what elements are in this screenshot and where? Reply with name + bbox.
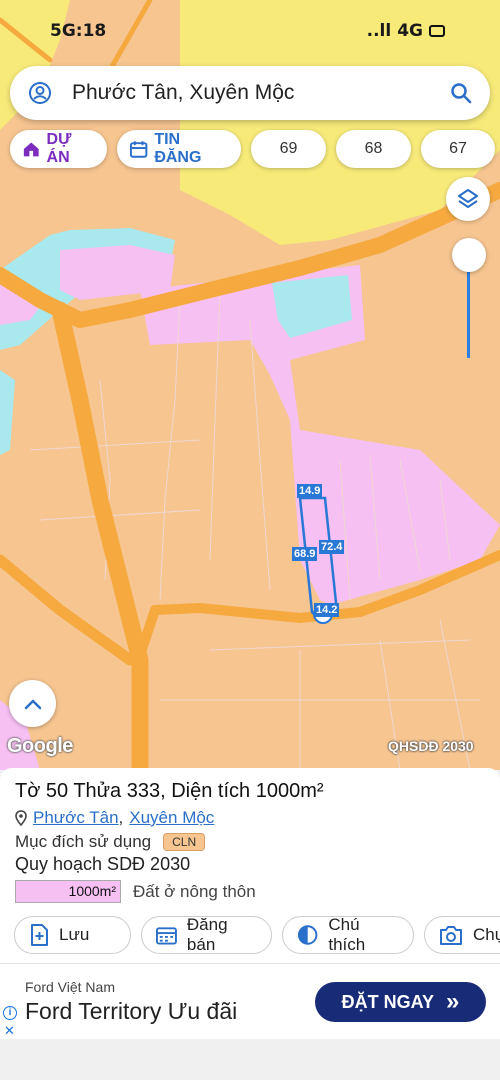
- plan-title: Quy hoạch SDĐ 2030: [15, 854, 191, 874]
- action-buttons: Lưu Đăng bán Chú thích Chụ: [14, 915, 500, 954]
- plan-area-row: 1000m² Đất ở nông thôn: [15, 880, 256, 903]
- ad-cta-label: ĐẶT NGAY: [341, 991, 434, 1012]
- legend-label: Chú thích: [328, 915, 366, 954]
- legend-button[interactable]: Chú thích: [282, 915, 414, 954]
- chip-label: 68: [364, 140, 383, 157]
- post-sale-button[interactable]: Đăng bán: [141, 915, 272, 954]
- ad-title[interactable]: Ford Territory Ưu đãi: [25, 998, 237, 1025]
- half-circle-icon: [297, 925, 318, 945]
- calendar-icon: [129, 141, 148, 158]
- save-label: Lưu: [59, 925, 90, 944]
- plot-dim-right: 72.4: [319, 540, 345, 554]
- parcel-title: Tờ 50 Thửa 333, Diện tích 1000m²: [15, 780, 324, 802]
- account-icon[interactable]: [28, 81, 52, 105]
- plot-dim-left: 68.9: [292, 547, 318, 561]
- search-input[interactable]: Phước Tân, Xuyên Mộc: [72, 81, 450, 105]
- ad-info-icon[interactable]: i: [3, 1006, 17, 1020]
- expand-button[interactable]: [9, 680, 56, 727]
- plot-dim-bottom: 14.2: [314, 603, 340, 617]
- capture-label: Chụ: [473, 925, 500, 944]
- filter-chips: DỰ ÁN TIN ĐĂNG 69 68 67: [10, 130, 495, 168]
- ad-banner[interactable]: i ✕ Ford Việt Nam Ford Territory Ưu đãi …: [0, 963, 500, 1039]
- parcel-info-panel: Tờ 50 Thửa 333, Diện tích 1000m² Phước T…: [0, 768, 500, 963]
- chip-du-an[interactable]: DỰ ÁN: [10, 130, 107, 168]
- chevron-up-icon: [24, 699, 41, 709]
- search-bar[interactable]: Phước Tân, Xuyên Mộc: [10, 66, 490, 120]
- location-pin-icon: [15, 810, 27, 826]
- camera-icon: [440, 926, 462, 945]
- water-area-left: [0, 370, 15, 455]
- land-use-row: Mục đích sử dụng CLN: [15, 832, 206, 852]
- network-label: 4G: [397, 21, 423, 41]
- chip-67[interactable]: 67: [421, 130, 495, 168]
- house-icon: [23, 142, 39, 157]
- signal-icon: ..ll: [366, 21, 392, 41]
- parcel-location: Phước Tân, Xuyên Mộc: [15, 808, 214, 828]
- capture-button[interactable]: Chụ: [424, 916, 500, 954]
- battery-icon: [429, 25, 445, 37]
- plan-area-swatch: 1000m²: [15, 880, 121, 903]
- chip-69[interactable]: 69: [251, 130, 326, 168]
- location-separator: ,: [118, 808, 124, 827]
- chip-tin-dang[interactable]: TIN ĐĂNG: [117, 130, 241, 168]
- map-view[interactable]: 14.9 72.4 68.9 14.2 5G:18 ..ll 4G Phước …: [0, 0, 500, 770]
- chip-label: 67: [449, 140, 467, 157]
- ad-brand: Ford Việt Nam: [25, 979, 115, 995]
- post-sale-label: Đăng bán: [186, 915, 228, 954]
- layers-button[interactable]: [446, 177, 490, 221]
- purpose-code-badge: CLN: [163, 833, 206, 851]
- plan-land-type: Đất ở nông thôn: [133, 881, 256, 901]
- add-file-icon: [31, 924, 48, 946]
- status-bar: 5G:18 ..ll 4G: [50, 20, 445, 42]
- chip-label: TIN ĐĂNG: [154, 131, 202, 166]
- commune-link[interactable]: Phước Tân: [33, 808, 119, 828]
- chip-label: 69: [279, 140, 298, 157]
- status-time: 5G:18: [50, 21, 107, 41]
- layer-label: QHSDĐ 2030: [388, 738, 474, 754]
- layers-icon: [458, 189, 478, 208]
- chip-label: DỰ ÁN: [46, 131, 72, 166]
- save-button[interactable]: Lưu: [14, 916, 131, 954]
- google-logo: Google: [7, 735, 73, 757]
- plot-dim-top: 14.9: [297, 484, 323, 498]
- ad-close-icon[interactable]: ✕: [4, 1023, 15, 1039]
- opacity-slider-knob[interactable]: [452, 238, 486, 272]
- purpose-label: Mục đích sử dụng: [15, 832, 152, 851]
- ad-cta-button[interactable]: ĐẶT NGAY »: [315, 982, 486, 1022]
- double-chevron-right-icon: »: [446, 988, 460, 1015]
- search-icon[interactable]: [450, 82, 472, 104]
- calendar-icon: [156, 927, 177, 945]
- district-link[interactable]: Xuyên Mộc: [129, 808, 214, 828]
- chip-68[interactable]: 68: [336, 130, 411, 168]
